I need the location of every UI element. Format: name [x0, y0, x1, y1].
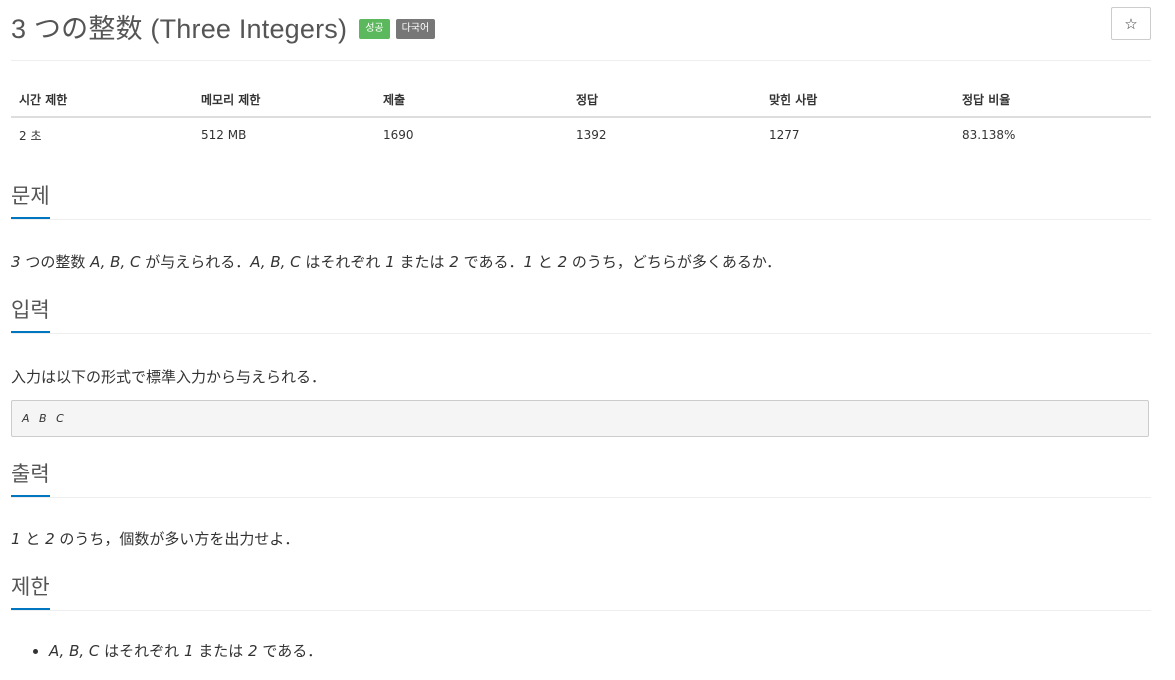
input-section-header: 입력 [11, 295, 1151, 334]
math-1: 1 [523, 253, 534, 271]
limits-fragment: はそれぞれ [99, 642, 184, 660]
limits-heading: 제한 [11, 572, 50, 610]
constraints-list: A, B, C はそれぞれ 1 または 2 である． [11, 637, 322, 665]
stats-value-row: 2 초 512 MB 1690 1392 1277 83.138% [11, 117, 1151, 152]
description-fragment: つの整数 [20, 253, 91, 271]
title-divider [11, 60, 1151, 61]
math-2: 2 [45, 530, 55, 548]
accepted-value[interactable]: 1392 [568, 117, 761, 152]
problem-page: 3 つの整数 (Three Integers) 성공 다국어 ☆ 시간 제한 메… [0, 0, 1175, 680]
description-text: 3 つの整数 A, B, C が与えられる．A, B, C はそれぞれ 1 また… [11, 251, 781, 272]
limits-fragment: または [193, 642, 249, 660]
accept-ratio-value: 83.138% [962, 128, 1016, 142]
success-badge[interactable]: 성공 [359, 19, 390, 39]
math-vars: A, B, C [90, 253, 141, 271]
header-solved-users: 맞힌 사람 [761, 82, 954, 118]
header-memory-limit: 메모리 제한 [193, 82, 375, 118]
math-1: 1 [11, 530, 21, 548]
output-section-header: 출력 [11, 459, 1151, 498]
description-fragment: と [533, 253, 558, 271]
limits-fragment: である． [257, 642, 323, 660]
title-row: 3 つの整数 (Three Integers) 성공 다국어 [11, 6, 436, 46]
math-vars: A, B, C [49, 642, 100, 660]
star-button[interactable]: ☆ [1111, 7, 1151, 40]
math-1: 1 [385, 253, 395, 271]
description-heading: 문제 [11, 181, 50, 219]
problem-stats-table: 시간 제한 메모리 제한 제출 정답 맞힌 사람 정답 비율 2 초 512 M… [11, 82, 1151, 152]
description-fragment: が与えられる． [140, 253, 251, 271]
output-fragment: のうち，個数が多い方を出力せよ． [54, 530, 300, 548]
input-heading: 입력 [11, 295, 50, 333]
time-limit-value: 2 초 [19, 128, 42, 143]
input-format-block: A B C [11, 400, 1149, 437]
output-text: 1 と 2 のうち，個数が多い方を出力せよ． [11, 528, 299, 549]
description-fragment: または [394, 253, 450, 271]
math-2: 2 [449, 253, 459, 271]
description-fragment: である． [458, 253, 524, 271]
list-item: A, B, C はそれぞれ 1 または 2 である． [49, 637, 322, 665]
description-fragment: のうち，どちらが多くあるか． [567, 253, 782, 271]
page-title: 3 つの整数 (Three Integers) [11, 13, 348, 44]
limits-section-header: 제한 [11, 572, 1151, 611]
star-icon: ☆ [1124, 14, 1138, 33]
input-text: 入力は以下の形式で標準入力から与えられる． [11, 368, 327, 386]
multilang-badge[interactable]: 다국어 [395, 19, 436, 39]
memory-limit-value: 512 MB [201, 128, 247, 142]
header-accept-ratio: 정답 비율 [954, 82, 1151, 118]
header-time-limit: 시간 제한 [11, 82, 193, 118]
submissions-value[interactable]: 1690 [375, 117, 568, 152]
math-2: 2 [248, 642, 258, 660]
output-fragment: と [20, 530, 46, 548]
math-vars: A, B, C [250, 253, 301, 271]
math-2: 2 [557, 253, 568, 271]
math-3: 3 [11, 253, 21, 271]
header-accepted: 정답 [568, 82, 761, 118]
header-submissions: 제출 [375, 82, 568, 118]
description-section-header: 문제 [11, 181, 1151, 220]
stats-header-row: 시간 제한 메모리 제한 제출 정답 맞힌 사람 정답 비율 [11, 82, 1151, 118]
output-heading: 출력 [11, 459, 50, 497]
solved-users-value[interactable]: 1277 [761, 117, 954, 152]
description-fragment: はそれぞれ [300, 253, 386, 271]
